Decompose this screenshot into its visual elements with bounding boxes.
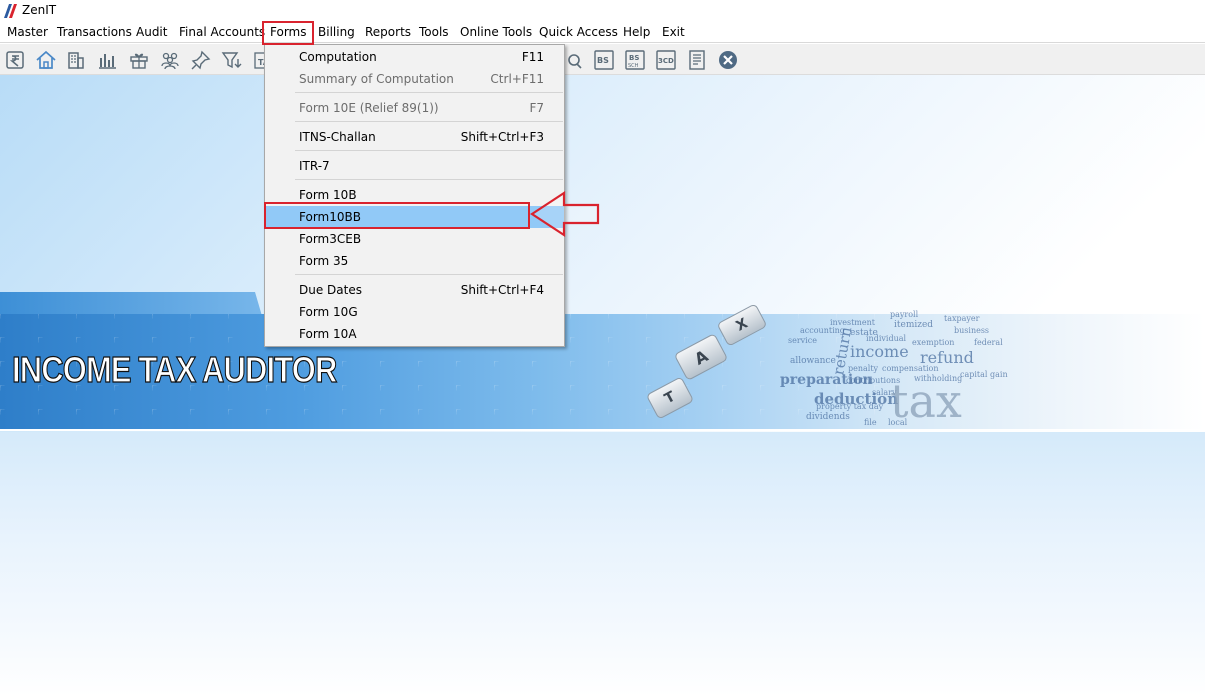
form10bb-highlight-box (264, 202, 530, 229)
app-window: ZenIT Master Transactions Audit Final Ac… (0, 0, 1205, 696)
menu-item-label: Form 35 (299, 254, 349, 268)
menu-item-shortcut: Shift+Ctrl+F3 (460, 130, 544, 144)
menu-reports[interactable]: Reports (365, 25, 411, 39)
menu-item-itr-7[interactable]: ITR-7 (265, 155, 564, 177)
building-icon[interactable] (64, 48, 88, 72)
filter-download-icon[interactable] (220, 48, 244, 72)
3cd-icon-label: 3CD (658, 57, 674, 65)
word-taxpayer: taxpayer (944, 314, 980, 323)
keyboard-key-t: T (645, 376, 695, 420)
product-banner: INCOME TAX AUDITOR A T X payroll itemize… (0, 292, 1205, 432)
word-compensation: compensation (882, 364, 939, 373)
word-payroll: payroll (890, 310, 919, 319)
forms-menu-highlight-box (262, 21, 314, 45)
bs-sch-icon-label-bottom: SCH (628, 63, 639, 69)
menu-item-form-10e[interactable]: Form 10E (Relief 89(1)) F7 (265, 97, 564, 119)
banner-tab (0, 292, 262, 316)
menu-item-label: Due Dates (299, 283, 362, 297)
menu-tools[interactable]: Tools (419, 25, 449, 39)
people-icon[interactable] (158, 48, 182, 72)
report-list-icon[interactable] (685, 48, 709, 72)
menu-item-label: Form 10A (299, 327, 357, 341)
menu-billing[interactable]: Billing (318, 25, 355, 39)
word-accounting: accounting (800, 326, 845, 335)
menu-item-label: Form 10E (Relief 89(1)) (299, 101, 439, 115)
bar-chart-icon[interactable] (95, 48, 119, 72)
workspace-lower-background (0, 432, 1205, 696)
menu-online-tools[interactable]: Online Tools (460, 25, 532, 39)
word-income: income (850, 342, 909, 361)
zenit-logo-icon (4, 4, 17, 18)
word-contributions: contributions (846, 376, 901, 385)
word-business: business (954, 326, 990, 335)
menu-separator (295, 92, 563, 93)
word-itemized: itemized (894, 320, 934, 330)
3cd-icon[interactable]: 3CD (654, 48, 678, 72)
bs-icon-label: BS (597, 56, 609, 65)
menu-item-summary-of-computation[interactable]: Summary of Computation Ctrl+F11 (265, 68, 564, 90)
toolbar: TA BS BSSCH 3CD (0, 44, 1205, 75)
menu-separator (295, 150, 563, 151)
menu-item-form-35[interactable]: Form 35 (265, 250, 564, 272)
menu-help[interactable]: Help (623, 25, 650, 39)
bs-sch-icon-label-top: BS (629, 54, 639, 62)
menu-item-itns-challan[interactable]: ITNS-Challan Shift+Ctrl+F3 (265, 126, 564, 148)
window-title: ZenIT (22, 3, 57, 17)
menu-separator (295, 179, 563, 180)
bs-sch-icon[interactable]: BS SCH (623, 48, 647, 72)
word-federal: federal (974, 338, 1003, 347)
rupee-book-icon[interactable] (3, 48, 27, 72)
menu-item-shortcut: Shift+Ctrl+F4 (460, 283, 544, 297)
keyboard-key-a: A (673, 332, 729, 382)
tax-word-cloud: A T X payroll itemized investment estate… (645, 303, 1050, 430)
menu-transactions[interactable]: Transactions (57, 25, 132, 39)
menu-audit[interactable]: Audit (136, 25, 167, 39)
forms-dropdown-menu: Computation F11 Summary of Computation C… (264, 44, 565, 347)
word-property-tax-day: property tax day (816, 402, 884, 411)
menu-item-shortcut: F11 (521, 50, 544, 64)
keyboard-key-x: X (716, 303, 768, 347)
word-file: file (864, 418, 877, 427)
gift-icon[interactable] (127, 48, 151, 72)
menu-item-form3ceb[interactable]: Form3CEB (265, 228, 564, 250)
bs-icon[interactable]: BS (592, 48, 616, 72)
menu-item-shortcut: Ctrl+F11 (490, 72, 544, 86)
menu-final-accounts[interactable]: Final Accounts (179, 25, 265, 39)
word-dividends: dividends (806, 412, 850, 422)
menu-item-computation[interactable]: Computation F11 (265, 46, 564, 68)
pointer-arrow-icon (529, 190, 600, 238)
title-bar: ZenIT (0, 0, 1205, 22)
word-withholding: withholding (914, 374, 963, 383)
word-penalty: penalty (848, 364, 879, 373)
menu-separator (295, 121, 563, 122)
menu-item-label: Form 10G (299, 305, 358, 319)
menu-item-due-dates[interactable]: Due Dates Shift+Ctrl+F4 (265, 279, 564, 301)
word-individual: individual (866, 334, 907, 343)
menu-item-form-10a[interactable]: Form 10A (265, 323, 564, 345)
menu-item-label: Form3CEB (299, 232, 362, 246)
menu-item-label: Computation (299, 50, 377, 64)
banner-title: INCOME TAX AUDITOR (11, 348, 337, 390)
menu-item-label: ITR-7 (299, 159, 330, 173)
menu-bar: Master Transactions Audit Final Accounts… (0, 22, 1205, 43)
close-circle-icon[interactable] (716, 48, 740, 72)
word-local: local (888, 418, 908, 427)
menu-item-label: Form 10B (299, 188, 357, 202)
word-capital-gain: capital gain (960, 370, 1008, 379)
menu-item-label: ITNS-Challan (299, 130, 376, 144)
menu-item-label: Summary of Computation (299, 72, 454, 86)
word-service: service (788, 336, 817, 345)
menu-item-shortcut: F7 (529, 101, 544, 115)
menu-quick-access[interactable]: Quick Access (539, 25, 618, 39)
menu-master[interactable]: Master (7, 25, 48, 39)
word-allowance: allowance (790, 356, 836, 366)
word-exemption: exemption (912, 338, 955, 347)
pin-icon[interactable] (189, 48, 213, 72)
home-icon[interactable] (34, 48, 58, 72)
menu-item-form-10g[interactable]: Form 10G (265, 301, 564, 323)
menu-exit[interactable]: Exit (662, 25, 685, 39)
menu-separator (295, 274, 563, 275)
